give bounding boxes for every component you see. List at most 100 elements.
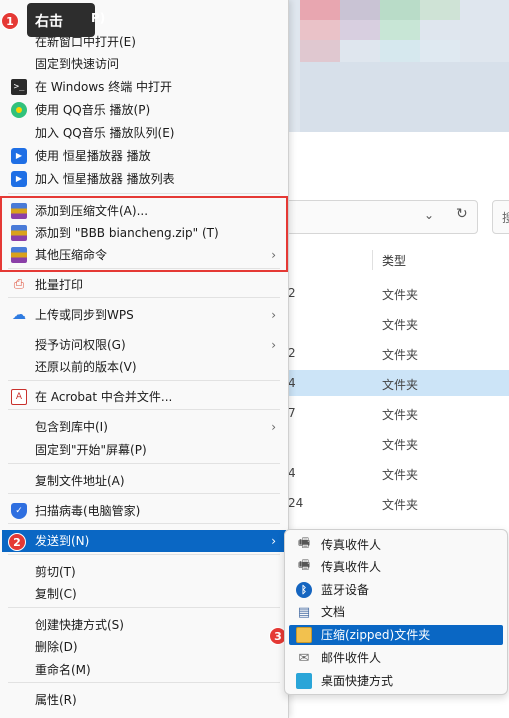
acrobat-icon: A <box>11 389 27 405</box>
submenu-item[interactable]: 🖷 传真收件人 <box>289 557 503 577</box>
context-menu-item[interactable]: 固定到"开始"屏幕(P) <box>2 439 286 461</box>
chevron-right-icon: › <box>271 338 276 352</box>
menu-item-label: 固定到"开始"屏幕(P) <box>35 443 147 457</box>
qq-music-icon <box>11 102 27 118</box>
menu-item-label: 固定到快速访问 <box>35 57 120 71</box>
desktop-shortcut-icon <box>296 673 312 689</box>
fax-icon: 🖷 <box>297 558 311 573</box>
context-menu-item[interactable]: 重命名(M) <box>2 659 286 681</box>
menu-item-label: 传真收件人 <box>321 538 382 552</box>
menu-separator <box>8 409 280 410</box>
step-badge-1: 1 <box>1 12 19 30</box>
blurred-image-tile <box>380 40 420 62</box>
submenu-item[interactable]: 🖷 传真收件人 <box>289 535 503 555</box>
chevron-down-icon[interactable]: ⌄ <box>424 208 434 222</box>
submenu-item[interactable]: ᛒ 蓝牙设备 <box>289 580 503 600</box>
file-row-date: 2 <box>288 346 296 360</box>
menu-item-label: 邮件收件人 <box>321 651 382 665</box>
context-menu-item[interactable]: 固定到快速访问 <box>2 53 286 75</box>
context-menu-item[interactable]: 复制文件地址(A) <box>2 470 286 492</box>
menu-item-label: 在 Acrobat 中合并文件... <box>35 390 173 404</box>
context-menu-item[interactable]: 包含到库中(I) › <box>2 416 286 438</box>
submenu-item[interactable]: 压缩(zipped)文件夹 <box>289 625 503 645</box>
menu-item-label: 加入 QQ音乐 播放队列(E) <box>35 126 175 140</box>
file-row[interactable]: 24 文件夹 <box>288 490 509 516</box>
file-row-type: 文件夹 <box>382 348 419 362</box>
menu-item-label: 重命名(M) <box>35 663 91 677</box>
context-menu-item[interactable]: ▶ 使用 恒星播放器 播放 <box>2 145 286 167</box>
context-menu-item[interactable]: 删除(D) <box>2 636 286 658</box>
menu-item-label: 加入 恒星播放器 播放列表 <box>35 172 175 186</box>
file-row-date: 4 <box>288 466 296 480</box>
file-row-type: 文件夹 <box>382 288 419 302</box>
menu-item-label: 批量打印 <box>35 278 84 292</box>
search-placeholder: 搜 <box>502 211 509 225</box>
step-badge-2: 2 <box>8 533 26 551</box>
column-header-type[interactable]: 类型 <box>382 252 406 269</box>
file-row-date: 7 <box>288 406 296 420</box>
bluetooth-icon: ᛒ <box>296 582 312 598</box>
menu-separator <box>8 493 280 494</box>
file-row-date: 24 <box>288 496 304 510</box>
file-row[interactable]: 4 文件夹 <box>288 370 509 396</box>
context-menu-item[interactable]: 创建快捷方式(S) <box>2 614 286 636</box>
context-menu-item[interactable]: 属性(R) <box>2 689 286 711</box>
menu-item-label: 包含到库中(I) <box>35 420 108 434</box>
address-bar[interactable] <box>282 200 478 234</box>
right-click-tooltip: 右击 P) <box>27 3 105 37</box>
menu-item-label: 传真收件人 <box>321 560 382 574</box>
menu-item-label: 使用 恒星播放器 播放 <box>35 149 151 163</box>
file-row[interactable]: 7 文件夹 <box>288 400 509 426</box>
context-menu-item[interactable]: 剪切(T) <box>2 561 286 583</box>
menu-item-label: 还原以前的版本(V) <box>35 360 137 374</box>
submenu-item[interactable]: ▤ 文档 <box>289 602 503 622</box>
context-menu-item[interactable]: 还原以前的版本(V) <box>2 356 286 378</box>
player-icon: ▶ <box>11 148 27 164</box>
blurred-image-tile <box>340 0 380 20</box>
menu-item-label: 扫描病毒(电脑管家) <box>35 504 141 518</box>
file-row-type: 文件夹 <box>382 408 419 422</box>
context-menu-item[interactable]: A 在 Acrobat 中合并文件... <box>2 386 286 408</box>
tooltip-label: 右击 <box>35 14 63 30</box>
blurred-image-tile <box>300 0 340 20</box>
menu-item-label: 上传或同步到WPS <box>35 308 134 322</box>
context-menu-item[interactable]: 授予访问权限(G) › <box>2 334 286 356</box>
context-menu-item[interactable]: 使用 QQ音乐 播放(P) <box>2 99 286 121</box>
menu-item-label: 使用 QQ音乐 播放(P) <box>35 103 151 117</box>
file-row[interactable]: 2 文件夹 <box>288 280 509 306</box>
menu-item-label: 授予访问权限(G) <box>35 338 126 352</box>
file-row-type: 文件夹 <box>382 438 419 452</box>
document-icon: ▤ <box>297 604 311 620</box>
context-menu: 在新窗口中打开(E) 固定到快速访问 >_ 在 Windows 终端 中打开 使用 QQ… <box>0 0 289 718</box>
submenu-item[interactable]: ✉ 邮件收件人 <box>289 648 503 668</box>
menu-separator <box>8 554 280 555</box>
menu-item-label: 压缩(zipped)文件夹 <box>321 628 431 642</box>
terminal-icon: >_ <box>11 79 27 95</box>
file-row[interactable]: 4 文件夹 <box>288 460 509 486</box>
file-row[interactable]: 文件夹 <box>288 430 509 456</box>
refresh-icon[interactable]: ↻ <box>456 206 468 222</box>
context-menu-item[interactable]: >_ 在 Windows 终端 中打开 <box>2 76 286 98</box>
context-menu-item[interactable]: 复制(C) <box>2 583 286 605</box>
context-menu-item[interactable]: 加入 QQ音乐 播放队列(E) <box>2 122 286 144</box>
file-row[interactable]: 2 文件夹 <box>288 340 509 366</box>
menu-separator <box>8 297 280 298</box>
chevron-right-icon: › <box>271 308 276 322</box>
context-menu-item[interactable]: ▶ 加入 恒星播放器 播放列表 <box>2 168 286 190</box>
menu-separator <box>8 463 280 464</box>
context-menu-item[interactable]: ⎙ 批量打印 <box>2 274 286 296</box>
menu-item-label: 蓝牙设备 <box>321 583 370 597</box>
menu-item-label: 属性(R) <box>35 693 77 707</box>
context-menu-item[interactable]: ☁ 上传或同步到WPS › <box>2 304 286 326</box>
file-row-type: 文件夹 <box>382 318 419 332</box>
context-menu-item[interactable]: ✓ 扫描病毒(电脑管家) <box>2 500 286 522</box>
blurred-image-tile <box>420 40 460 62</box>
blurred-image-tile <box>300 20 340 40</box>
blurred-image-tile <box>300 62 509 132</box>
menu-separator <box>8 682 280 683</box>
submenu-item[interactable]: 桌面快捷方式 <box>289 671 503 691</box>
context-menu-item[interactable]: 发送到(N) › <box>2 530 286 552</box>
file-row[interactable]: 文件夹 <box>288 310 509 336</box>
menu-item-label: 桌面快捷方式 <box>321 674 394 688</box>
blurred-image-tile <box>340 20 380 40</box>
